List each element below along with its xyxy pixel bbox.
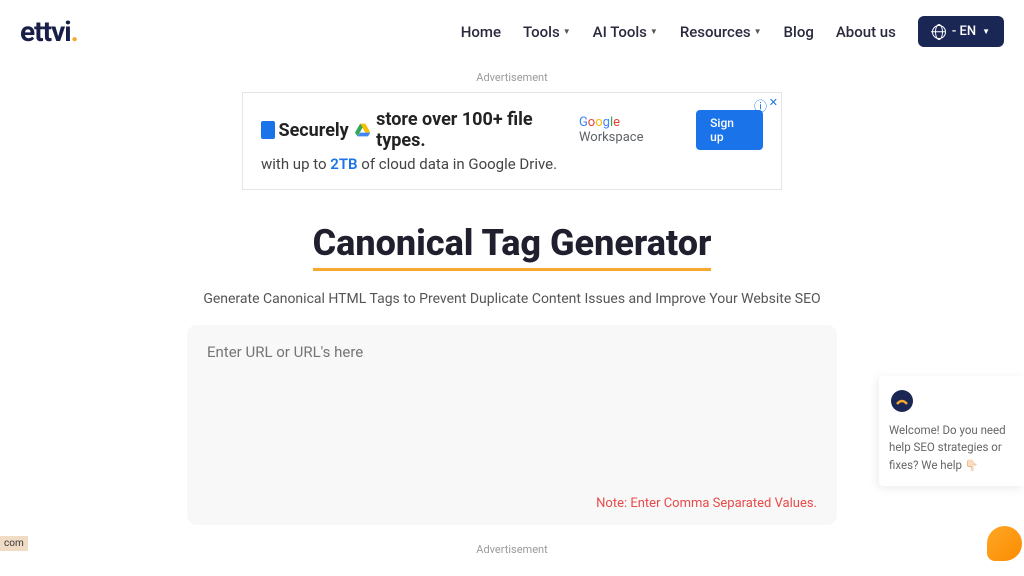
- ad-subtext: with up to 2TB of cloud data in Google D…: [261, 155, 763, 173]
- ad-sub-highlight: 2TB: [330, 155, 357, 173]
- ad-row: Securely store over 100+ file types. Goo…: [261, 109, 763, 151]
- input-note: Note: Enter Comma Separated Values.: [596, 496, 817, 511]
- main-content: Advertisement ⓘ ✕ Securely store over 10…: [122, 71, 902, 556]
- chevron-down-icon: ▼: [563, 27, 571, 36]
- page-subtitle: Generate Canonical HTML Tags to Prevent …: [122, 291, 902, 307]
- chat-launcher-button[interactable]: [987, 526, 1022, 561]
- url-input[interactable]: [207, 343, 817, 379]
- logo[interactable]: ettvi.: [20, 15, 78, 48]
- nav-home-label: Home: [461, 23, 501, 41]
- nav-ai-tools[interactable]: AI Tools▼: [593, 23, 658, 41]
- chat-avatar-icon: [889, 388, 915, 414]
- ad-banner[interactable]: ⓘ ✕ Securely store over 100+ file types.…: [242, 92, 782, 190]
- nav-tools-label: Tools: [523, 23, 560, 41]
- nav-tools[interactable]: Tools▼: [523, 23, 571, 41]
- ad-headline-pre: Securely: [279, 120, 349, 141]
- nav-about[interactable]: About us: [836, 23, 896, 41]
- nav-about-label: About us: [836, 23, 896, 41]
- nav-bar: Home Tools▼ AI Tools▼ Resources▼ Blog Ab…: [461, 16, 1004, 47]
- chat-widget[interactable]: Welcome! Do you need help SEO strategies…: [879, 376, 1024, 486]
- ad-left: Securely store over 100+ file types.: [261, 109, 579, 151]
- document-icon: [261, 121, 275, 139]
- page-title: Canonical Tag Generator: [313, 222, 712, 271]
- nav-resources-label: Resources: [680, 23, 751, 41]
- logo-text: ettvi: [20, 15, 71, 48]
- ad-info-icon[interactable]: ⓘ: [754, 96, 767, 115]
- hand-emoji: 👇🏻: [965, 458, 979, 475]
- url-input-container: Note: Enter Comma Separated Values.: [187, 325, 837, 525]
- ad-sub-post: of cloud data in Google Drive.: [358, 155, 558, 173]
- globe-icon: [932, 25, 946, 39]
- ad-right: Google Workspace Sign up: [579, 110, 763, 150]
- google-workspace-logo: Google Workspace: [579, 115, 684, 145]
- ad-close-icon[interactable]: ✕: [769, 96, 778, 109]
- nav-blog[interactable]: Blog: [784, 23, 814, 41]
- ad-headline-post: store over 100+ file types.: [376, 109, 579, 151]
- chevron-down-icon: ▼: [982, 27, 990, 36]
- bottom-status-link[interactable]: com: [0, 536, 28, 551]
- chat-message: Welcome! Do you need help SEO strategies…: [889, 422, 1014, 474]
- nav-ai-tools-label: AI Tools: [593, 23, 647, 41]
- chevron-down-icon: ▼: [754, 27, 762, 36]
- signup-button[interactable]: Sign up: [696, 110, 763, 150]
- drive-icon: [355, 123, 370, 137]
- logo-dot: .: [71, 15, 78, 48]
- ad-label-top: Advertisement: [122, 71, 902, 84]
- ad-label-bottom: Advertisement: [122, 543, 902, 556]
- nav-resources[interactable]: Resources▼: [680, 23, 762, 41]
- header: ettvi. Home Tools▼ AI Tools▼ Resources▼ …: [0, 0, 1024, 63]
- workspace-text: Workspace: [579, 130, 644, 145]
- chevron-down-icon: ▼: [650, 27, 658, 36]
- language-selector[interactable]: - EN ▼: [918, 16, 1004, 47]
- nav-blog-label: Blog: [784, 23, 814, 41]
- ad-sub-pre: with up to: [261, 155, 330, 173]
- nav-home[interactable]: Home: [461, 23, 501, 41]
- language-label: - EN: [952, 24, 976, 39]
- chat-message-text: Welcome! Do you need help SEO strategies…: [889, 423, 1006, 472]
